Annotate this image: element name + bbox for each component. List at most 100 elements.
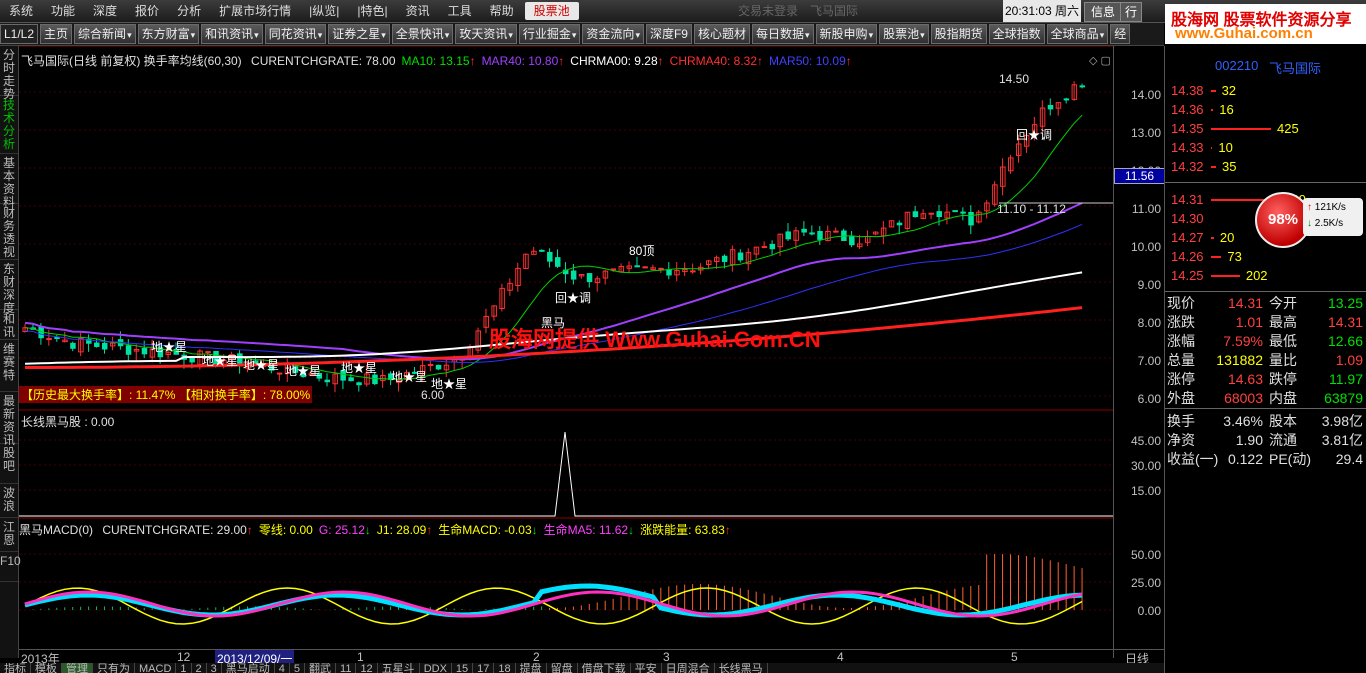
indicator-tab-1[interactable]: 模板 [31, 663, 62, 673]
sell-row-3[interactable]: 14.33 10 [1169, 139, 1365, 157]
toolbar-button-9[interactable]: 资金流向 [582, 24, 644, 44]
left-tab-5[interactable]: 和讯 [0, 310, 18, 340]
left-tab-1[interactable]: 技术分析 [0, 96, 18, 154]
login-status[interactable]: 交易未登录 [738, 0, 798, 22]
toolbar-button-16[interactable]: 全球指数 [988, 24, 1045, 44]
indicator-tab-10[interactable]: 5 [289, 663, 306, 673]
indicator-tab-12[interactable]: 11 [336, 663, 357, 673]
sell-row-0[interactable]: 14.38 32 [1169, 82, 1365, 100]
indicator-tab-17[interactable]: 17 [473, 663, 495, 673]
indicator-tab-19[interactable]: 提盘 [515, 663, 547, 673]
candle-body-41 [348, 377, 354, 382]
left-tab-7[interactable]: 最新资讯 [0, 392, 18, 447]
toolbar-button-6[interactable]: 全景快讯 [391, 24, 454, 44]
left-tab-4[interactable]: 东财深度 [0, 260, 18, 315]
kline-chart-area[interactable]: 飞马国际(日线 前复权) 换手率均线(60,30) CURENTCHGRATE:… [19, 45, 1113, 658]
indicator-tab-23[interactable]: 日周混合 [661, 663, 715, 673]
left-tab-2[interactable]: 基本资料 [0, 154, 18, 209]
menu-item-0[interactable]: 系统 [0, 0, 42, 22]
indicator-tab-24[interactable]: 长线黑马 [714, 663, 768, 673]
buy-row-3[interactable]: 14.26 73 [1169, 248, 1365, 266]
stat-value2-1: 14.31 [1327, 314, 1363, 330]
toolbar-button-5[interactable]: 证券之星 [328, 24, 390, 44]
candle-body-84 [690, 270, 696, 273]
toolbar-button-0[interactable]: 主页 [40, 24, 73, 44]
stat-label-2: 涨幅 [1167, 333, 1195, 349]
toolbar-button-13[interactable]: 新股申购 [815, 24, 878, 44]
menu-item-7[interactable]: |特色| [348, 0, 396, 22]
indicator-tab-3[interactable]: 只有为 [93, 663, 135, 673]
indicator-tab-5[interactable]: 1 [176, 663, 192, 673]
toolbar-button-7[interactable]: 玫天资讯 [455, 24, 517, 44]
toolbar-button-3[interactable]: 和讯资讯 [201, 24, 263, 44]
annotation-star-3: 地★星 [243, 358, 280, 372]
left-tab-8[interactable]: 股吧 [0, 444, 18, 484]
sell-row-4[interactable]: 14.32 35 [1169, 158, 1365, 176]
left-tab-3[interactable]: 财务透视 [0, 204, 18, 260]
left-tab-9[interactable]: 波浪 [0, 484, 18, 518]
toolbar-button-1[interactable]: 综合新闻 [74, 24, 136, 44]
toolbar-button-15[interactable]: 股指期货 [930, 24, 987, 44]
indicator-tab-20[interactable]: 留盘 [546, 663, 578, 673]
info-button[interactable]: 信息 [1084, 2, 1123, 22]
stat-label2-1: 最高 [1269, 314, 1297, 330]
menu-item-5[interactable]: 扩展市场行情 [210, 0, 300, 22]
indicator-tab-6[interactable]: 2 [191, 663, 207, 673]
menu-item-1[interactable]: 功能 [42, 0, 84, 22]
buy-row-4[interactable]: 14.25 202 [1169, 267, 1365, 285]
indicator-tab-4[interactable]: MACD [135, 663, 177, 673]
menu-item-8[interactable]: 资讯 [397, 0, 439, 22]
toolbar-button-12[interactable]: 每日数据 [752, 24, 814, 44]
indicator-tab-2[interactable]: 管理 [62, 663, 93, 673]
indicator-tab-11[interactable]: 翻武 [305, 663, 337, 673]
main-legend-text-2: MAR40: 10.80 [481, 54, 559, 68]
left-tab-11[interactable]: F10 [0, 552, 21, 582]
indicator-tab-15[interactable]: DDX [419, 663, 452, 673]
toolbar-button-17[interactable]: 全球商品 [1046, 24, 1109, 44]
indicator-tab-9[interactable]: 4 [274, 663, 290, 673]
indicator-tab-8[interactable]: 黑马启动 [221, 663, 275, 673]
main-legend: 飞马国际(日线 前复权) 换手率均线(60,30) CURENTCHGRATE:… [21, 52, 852, 69]
indicator-tab-22[interactable]: 平安 [630, 663, 662, 673]
menu-item-6[interactable]: |纵览| [300, 0, 348, 22]
indicator-tab-18[interactable]: 18 [494, 663, 516, 673]
toolbar-button-10[interactable]: 深度F9 [645, 24, 692, 44]
toolbar-button-18[interactable]: 经 [1110, 24, 1131, 44]
stat-label2-2: 最低 [1269, 333, 1297, 349]
stat-label-6: 换手 [1167, 413, 1195, 429]
menu-item-10[interactable]: 帮助 [481, 0, 523, 22]
toolbar-button-8[interactable]: 行业掘金 [518, 24, 581, 44]
indicator-tab-14[interactable]: 五星斗 [377, 663, 420, 673]
left-tab-10[interactable]: 江恩 [0, 518, 18, 552]
menu-item-9[interactable]: 工具 [439, 0, 481, 22]
speed-box: ↑ 121K/s ↓ 2.5K/s [1303, 198, 1363, 236]
menu-item-4[interactable]: 分析 [168, 0, 210, 22]
stat-label2-6: 股本 [1269, 413, 1297, 429]
chart-options-icon[interactable]: ◇ ▢ [1089, 54, 1111, 67]
indicator-tab-7[interactable]: 3 [206, 663, 222, 673]
indicator-tab-0[interactable]: 指标 [0, 663, 31, 673]
toolbar-button-14[interactable]: 股票池 [879, 24, 929, 44]
main-legend-0: CURENTCHGRATE: 78.00 [251, 54, 395, 68]
candle-body-90 [737, 252, 744, 261]
level-toggle[interactable]: L1/L2 [0, 24, 39, 44]
brand-banner: 股海网 股票软件资源分享 www.Guhai.com.cn [1165, 4, 1366, 44]
left-tab-6[interactable]: 维赛特 [0, 340, 18, 392]
left-tab-0[interactable]: 分时走势 [0, 46, 18, 101]
indicator-tab-13[interactable]: 12 [356, 663, 378, 673]
menu-item-stock-pool[interactable]: 股票池 [524, 2, 579, 20]
more-button[interactable]: 行 [1120, 2, 1143, 22]
sell-row-1[interactable]: 14.36 16 [1169, 101, 1365, 119]
annotation-star-2: 地★星 [202, 354, 239, 368]
indicator-tab-16[interactable]: 15 [451, 663, 474, 673]
sell-row-2[interactable]: 14.35 425 [1169, 120, 1365, 138]
main-legend-4: CHRMA40: 8.32↑ [670, 54, 763, 68]
sub2-text-1: 零线: 0.00 [258, 523, 313, 537]
toolbar-button-11[interactable]: 核心题材 [693, 24, 750, 44]
sell-price-2: 14.35 [1171, 121, 1204, 136]
toolbar-button-2[interactable]: 东方财富 [137, 24, 200, 44]
menu-item-3[interactable]: 报价 [126, 0, 168, 22]
indicator-tab-21[interactable]: 借盘下载 [577, 663, 631, 673]
toolbar-button-4[interactable]: 同花资讯 [264, 24, 327, 44]
menu-item-2[interactable]: 深度 [84, 0, 126, 22]
